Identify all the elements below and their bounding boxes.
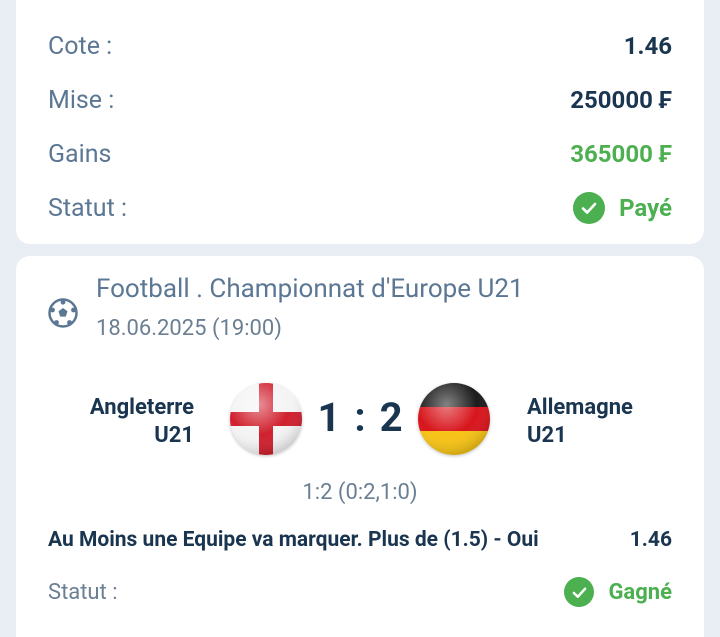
bet-selection: Au Moins une Equipe va marquer. Plus de …	[48, 528, 672, 552]
selection-status-row: Statut : Gagné	[48, 572, 672, 612]
england-flag-icon	[230, 383, 302, 455]
match-score: 1 : 2	[317, 394, 405, 441]
winnings-value: 365000 ₣	[570, 140, 672, 168]
status-row: Statut : Payé	[48, 188, 672, 228]
status-value: Payé	[619, 194, 672, 222]
away-team-line1: Allemagne	[527, 395, 633, 420]
ticket-notch-left	[8, 242, 24, 258]
check-circle-icon	[573, 192, 606, 224]
winnings-label: Gains	[48, 139, 112, 169]
away-team-line2: U21	[527, 423, 567, 448]
status-label: Statut :	[48, 193, 128, 223]
home-team-line2: U21	[154, 423, 194, 448]
winnings-row: Gains 365000 ₣	[48, 134, 672, 174]
check-circle-icon	[564, 577, 595, 607]
selection-status-indicator: Gagné	[564, 577, 672, 607]
odds-row: Cote : 1.46	[48, 26, 672, 66]
ticket-notch-right	[696, 242, 712, 258]
away-team-name: Allemagne U21	[527, 394, 687, 450]
stake-value: 250000 ₣	[570, 86, 672, 114]
stake-label: Mise :	[48, 85, 115, 115]
odds-label: Cote :	[48, 31, 113, 61]
event-card[interactable]: Football . Championnat d'Europe U21 18.0…	[16, 256, 704, 637]
soccer-ball-icon	[48, 298, 78, 328]
selection-status-label: Statut :	[48, 579, 118, 605]
bet-summary-card: Cote : 1.46 Mise : 250000 ₣ Gains 365000…	[16, 0, 704, 244]
germany-flag-icon	[418, 383, 490, 455]
score-detail: 1:2 (0:2,1:0)	[302, 480, 418, 505]
odds-value: 1.46	[623, 32, 672, 60]
stake-row: Mise : 250000 ₣	[48, 80, 672, 120]
status-indicator: Payé	[573, 192, 672, 224]
home-team-line1: Angleterre	[89, 395, 194, 420]
bet-odds: 1.46	[629, 528, 672, 552]
bet-description: Au Moins une Equipe va marquer. Plus de …	[48, 528, 539, 552]
event-title[interactable]: Football . Championnat d'Europe U21	[96, 274, 524, 304]
home-team-name: Angleterre U21	[56, 394, 194, 450]
selection-status-value: Gagné	[608, 579, 672, 605]
event-date: 18.06.2025 (19:00)	[96, 316, 282, 341]
